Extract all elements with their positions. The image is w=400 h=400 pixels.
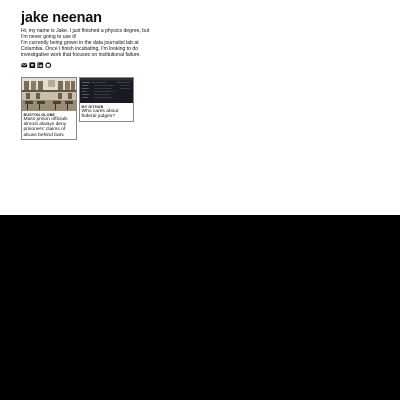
card-title: Mass prison officials almost always deny… (23, 117, 68, 138)
email-icon[interactable] (21, 62, 28, 69)
bio-line-2: I'm currently being grown in the data jo… (21, 39, 141, 58)
intro-section: jake neenan Hi, my name is Jake. I just … (21, 10, 151, 69)
prison-photo-thumbnail (22, 78, 76, 111)
github-screenshot-thumbnail (80, 78, 133, 103)
twitter-icon[interactable] (29, 61, 36, 69)
project-cards: BOSTON GLOBE Mass prison officials almos… (21, 77, 134, 141)
project-card-github[interactable]: MY GITHUB Who cares about federal judges… (79, 77, 134, 122)
card-title: Who cares about federal judges? (81, 109, 119, 120)
project-card-boston-globe[interactable]: BOSTON GLOBE Mass prison officials almos… (21, 77, 77, 141)
github-icon[interactable] (45, 61, 52, 69)
site-title: jake neenan (21, 10, 102, 26)
bio: Hi, my name is Jake. I just finished a p… (21, 28, 151, 59)
page: jake neenan Hi, my name is Jake. I just … (0, 0, 400, 215)
linkedin-icon[interactable] (37, 61, 44, 69)
social-links (21, 61, 151, 69)
